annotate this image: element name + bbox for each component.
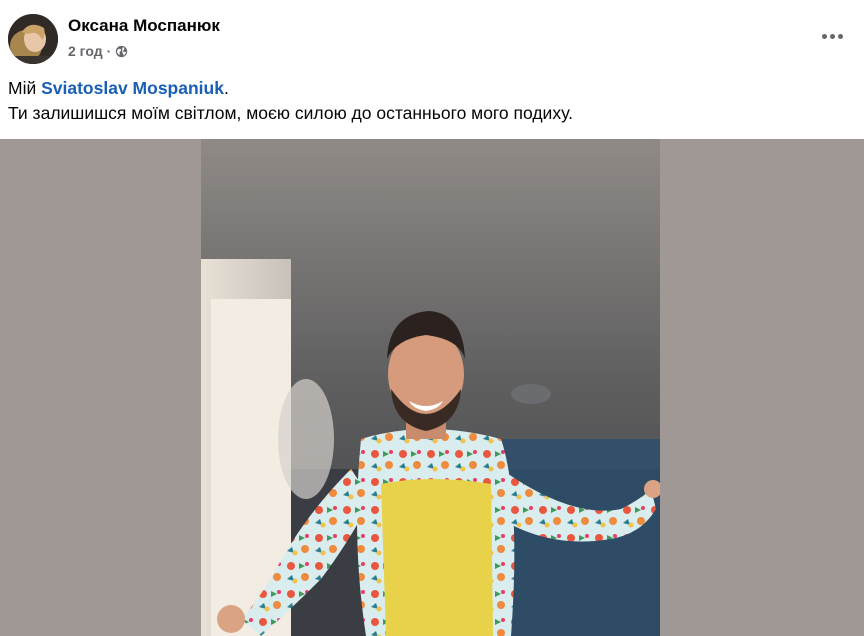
post-photo[interactable] xyxy=(201,139,660,636)
globe-icon[interactable] xyxy=(115,45,128,58)
avatar-photo xyxy=(8,14,58,64)
caption-line-1: Мій Sviatoslav Mospaniuk. xyxy=(8,76,848,101)
post-caption: Мій Sviatoslav Mospaniuk. Ти залишишся м… xyxy=(8,76,848,126)
author-name[interactable]: Оксана Моспанюк xyxy=(68,16,220,36)
post-media xyxy=(0,139,864,636)
mention-link[interactable]: Sviatoslav Mospaniuk xyxy=(41,78,224,98)
caption-suffix: . xyxy=(223,78,229,98)
photo-illustration xyxy=(201,139,660,636)
author-avatar[interactable] xyxy=(8,14,58,64)
meta-separator: · xyxy=(106,43,112,59)
more-dot xyxy=(837,33,843,39)
more-dot xyxy=(829,33,835,39)
facebook-post: Оксана Моспанюк 2 год · Мій Sviatoslav M… xyxy=(0,0,864,636)
caption-line-2: Ти залишишся моїм світлом, моєю силою до… xyxy=(8,103,573,123)
more-options-icon[interactable] xyxy=(820,24,844,48)
more-dot xyxy=(821,33,827,39)
post-meta: 2 год · xyxy=(68,43,128,59)
caption-prefix: Мій xyxy=(8,78,42,98)
post-header: Оксана Моспанюк 2 год · xyxy=(8,12,856,68)
post-timestamp[interactable]: 2 год xyxy=(68,43,103,59)
